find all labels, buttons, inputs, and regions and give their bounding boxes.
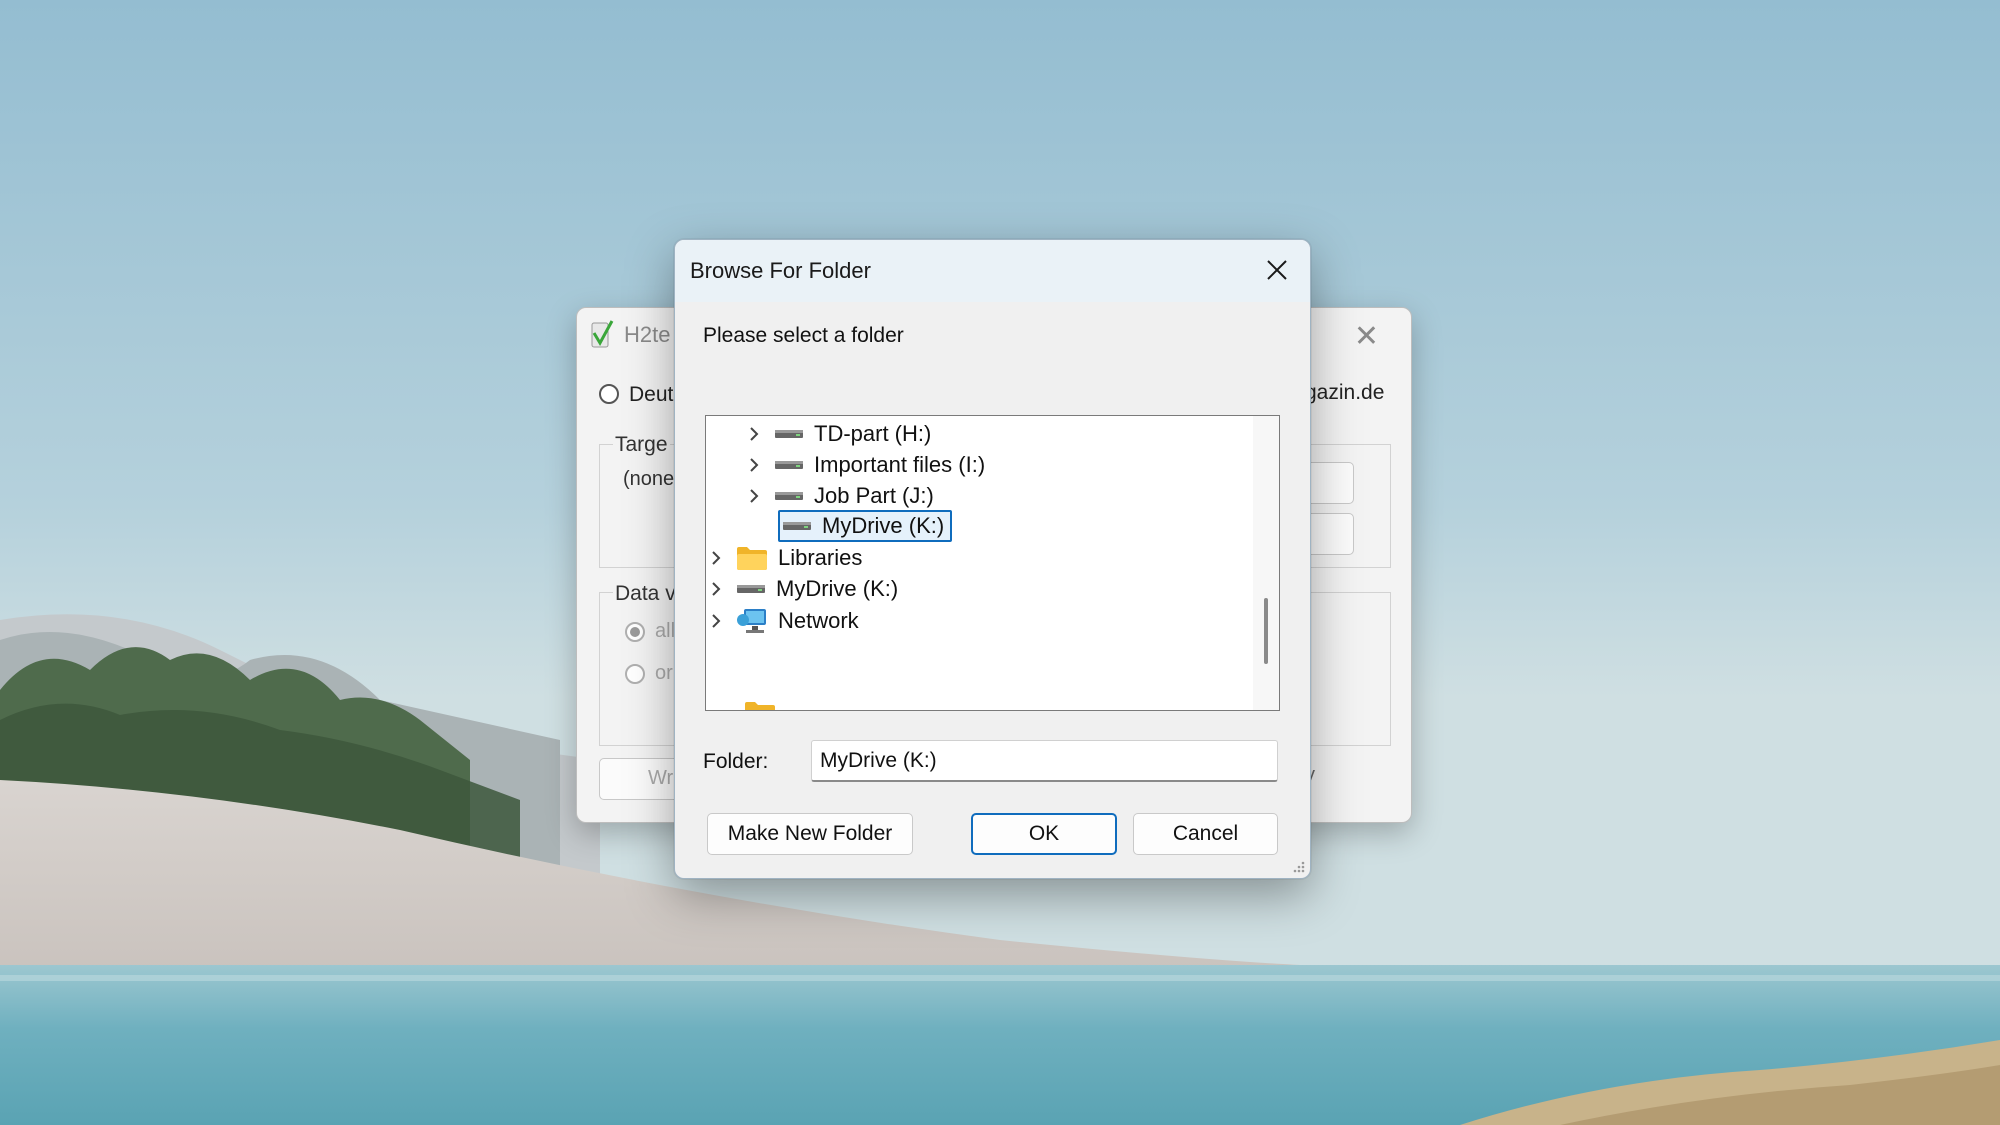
drive-icon <box>775 492 803 500</box>
all-space-radio[interactable] <box>625 622 645 642</box>
title-bar: Browse For Folder <box>675 240 1310 302</box>
browse-for-folder-dialog: Browse For Folder Please select a folder… <box>674 239 1311 879</box>
all-space-label: all <box>655 620 676 642</box>
close-icon[interactable]: ✕ <box>1354 322 1379 352</box>
language-radio[interactable] <box>599 384 619 404</box>
folder-icon <box>745 702 775 710</box>
target-value: (none <box>623 468 675 490</box>
cancel-label: Cancel <box>1172 822 1239 845</box>
drive-icon <box>775 461 803 469</box>
network-icon <box>737 609 766 633</box>
chevron-right-icon[interactable] <box>744 486 764 506</box>
make-new-folder-label: Make New Folder <box>727 822 893 845</box>
chevron-right-icon[interactable] <box>706 548 726 568</box>
tree-item-label: MyDrive (K:) <box>822 513 945 538</box>
selected-item-highlight[interactable]: MyDrive (K:) <box>778 510 953 542</box>
language-label: Deut <box>629 383 674 406</box>
target-group-label: Targe <box>613 433 670 457</box>
ok-label: OK <box>1028 822 1060 845</box>
dialog-prompt: Please select a folder <box>703 324 904 347</box>
tree-item-label: MyDrive (K:) <box>776 576 899 601</box>
tree-scrollbar[interactable] <box>1253 416 1279 710</box>
close-button[interactable] <box>1252 246 1302 294</box>
ok-button[interactable]: OK <box>971 813 1117 855</box>
drive-icon <box>775 430 803 438</box>
write-verify-label: Wr <box>648 767 674 789</box>
chevron-right-icon[interactable] <box>744 455 764 475</box>
window-title: H2te <box>624 322 671 347</box>
only-radio[interactable] <box>625 664 645 684</box>
tree-item-mydrive-selected[interactable]: MyDrive (K:) <box>778 508 953 544</box>
folder-label: Folder: <box>703 750 769 773</box>
close-icon <box>1267 260 1287 280</box>
chevron-right-icon[interactable] <box>706 579 726 599</box>
only-label: or <box>655 662 673 684</box>
folder-icon <box>737 547 767 570</box>
scrollbar-thumb[interactable] <box>1264 598 1268 664</box>
tree-item-mydrive[interactable]: MyDrive (K:) <box>706 571 904 607</box>
tree-item-label: Network <box>778 608 859 633</box>
website-link[interactable]: gazin.de <box>1305 381 1384 405</box>
tree-item-label: Libraries <box>778 545 863 570</box>
tree-item-label: Important files (I:) <box>814 452 986 477</box>
folder-tree[interactable]: TD-part (H:) Important files (I:) Job Pa… <box>705 415 1280 711</box>
resize-grip-icon[interactable] <box>1290 858 1306 874</box>
tree-item-label: Job Part (J:) <box>814 483 934 508</box>
tree-item-network[interactable]: Network <box>706 603 865 639</box>
drive-icon <box>737 585 765 593</box>
chevron-right-icon[interactable] <box>706 611 726 631</box>
make-new-folder-button[interactable]: Make New Folder <box>707 813 913 855</box>
cancel-button[interactable]: Cancel <box>1133 813 1278 855</box>
app-icon <box>591 320 614 348</box>
data-volume-label: Data v <box>613 582 678 606</box>
tree-item-label: TD-part (H:) <box>814 421 932 446</box>
drive-icon <box>783 522 811 530</box>
folder-name-field[interactable] <box>811 740 1278 782</box>
dialog-title: Browse For Folder <box>690 258 871 283</box>
chevron-right-icon[interactable] <box>744 424 764 444</box>
